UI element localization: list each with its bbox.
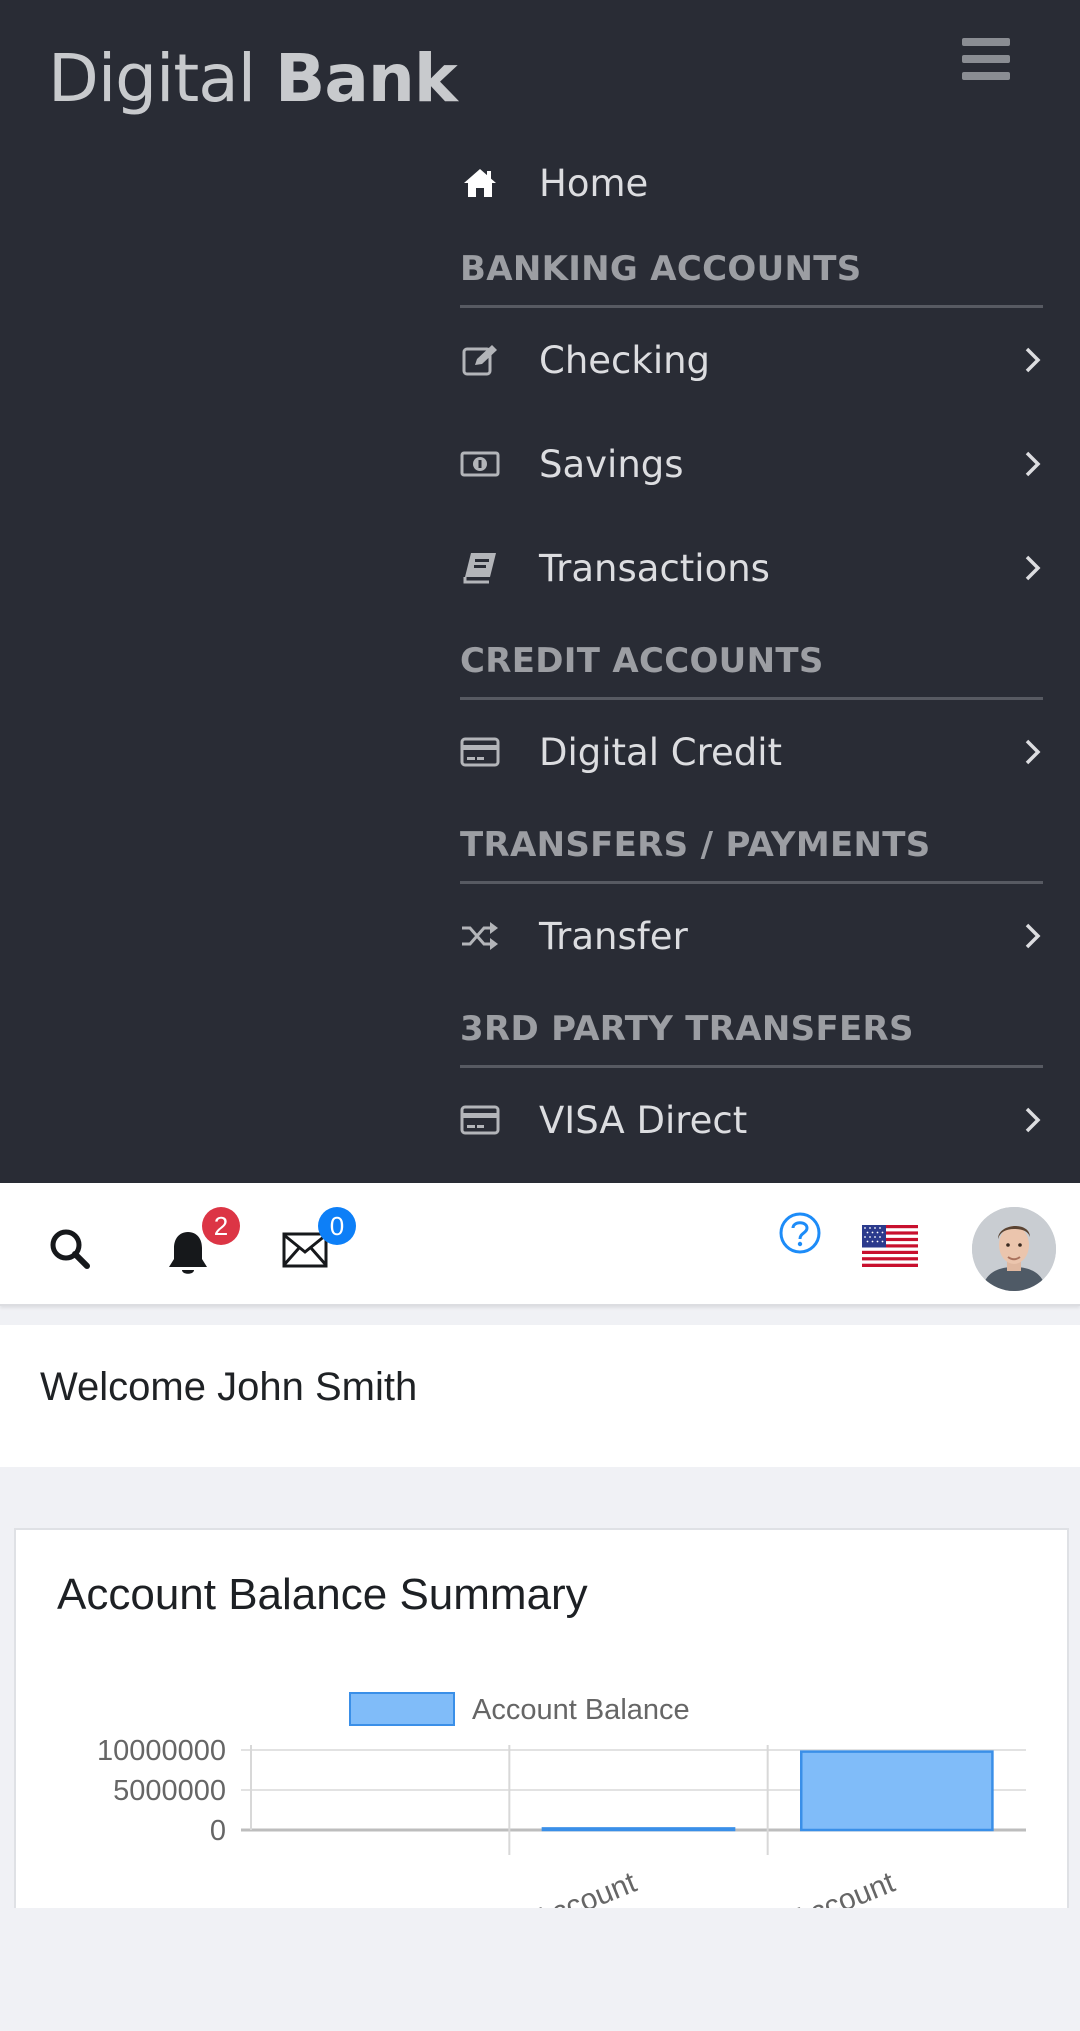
y-tick-label: 10000000 [97, 1735, 226, 1767]
credit-card-icon [460, 734, 500, 770]
search-button[interactable] [48, 1227, 92, 1271]
legend-label: Account Balance [472, 1694, 690, 1726]
hamburger-menu-icon[interactable] [962, 38, 1010, 80]
y-tick-label: 0 [210, 1815, 226, 1847]
home-icon [460, 165, 500, 201]
brand-name-light: Digital [48, 40, 256, 117]
sidebar-menu: Home BANKING ACCOUNTS Checking Savings T… [460, 138, 1043, 1172]
x-tick-label: Account [787, 1866, 900, 1908]
welcome-message: Welcome John Smith [40, 1365, 418, 1409]
section-header-3rd-party-transfers: 3RD PARTY TRANSFERS [460, 988, 1043, 1068]
sidebar-item-label: Transfer [539, 914, 688, 958]
brand-logo[interactable]: Digital Bank [48, 40, 458, 117]
help-button[interactable] [778, 1211, 822, 1255]
section-header-transfers-payments: TRANSFERS / PAYMENTS [460, 804, 1043, 884]
chevron-right-icon [1025, 923, 1041, 949]
x-tick-label: Account [528, 1866, 641, 1908]
section-title: BANKING ACCOUNTS [460, 249, 862, 289]
welcome-panel: Welcome John Smith [0, 1325, 1080, 1467]
section-title: 3RD PARTY TRANSFERS [460, 1009, 914, 1049]
bell-icon [169, 1232, 207, 1274]
sidebar-item-label: Savings [539, 442, 684, 486]
sidebar-item-label: Transactions [539, 546, 770, 590]
section-header-banking-accounts: BANKING ACCOUNTS [460, 228, 1043, 308]
bar [541, 1827, 736, 1832]
money-icon [460, 446, 500, 482]
legend-swatch [349, 1692, 455, 1726]
sidebar-item-label: Checking [539, 338, 711, 382]
sidebar-item-visa-direct[interactable]: VISA Direct [460, 1068, 1043, 1172]
chevron-right-icon [1025, 1107, 1041, 1133]
sidebar-item-label: VISA Direct [539, 1098, 748, 1142]
shuffle-icon [460, 918, 500, 954]
account-balance-chart: Account Balance 10000000 5000000 0 Account Ac… [97, 1692, 1026, 1908]
book-icon [460, 550, 500, 586]
notifications-button[interactable] [166, 1229, 210, 1279]
section-title: CREDIT ACCOUNTS [460, 641, 824, 681]
y-tick-label: 5000000 [113, 1775, 226, 1807]
user-avatar[interactable] [972, 1207, 1056, 1291]
language-selector[interactable] [862, 1225, 918, 1267]
chevron-right-icon [1025, 347, 1041, 373]
section-header-credit-accounts: CREDIT ACCOUNTS [460, 620, 1043, 700]
sidebar-item-checking[interactable]: Checking [460, 308, 1043, 412]
sidebar-item-label: Home [539, 161, 649, 205]
chevron-right-icon [1025, 555, 1041, 581]
credit-card-icon [460, 1102, 500, 1138]
sidebar-item-savings[interactable]: Savings [460, 412, 1043, 516]
chevron-right-icon [1025, 451, 1041, 477]
us-flag-icon [862, 1225, 918, 1267]
section-title: TRANSFERS / PAYMENTS [460, 825, 931, 865]
notifications-count-badge: 2 [202, 1207, 240, 1245]
sidebar-item-transactions[interactable]: Transactions [460, 516, 1043, 620]
sidebar-item-label: Digital Credit [539, 730, 783, 774]
navigation-panel: Digital Bank Home BANKING ACCOUNTS Check… [0, 0, 1080, 1183]
account-balance-card: Account Balance Summary Account Balance 1… [14, 1528, 1069, 1908]
brand-name-bold: Bank [275, 40, 458, 117]
edit-icon [460, 342, 500, 378]
user-photo [972, 1207, 1056, 1291]
help-icon [779, 1212, 821, 1254]
sidebar-item-digital-credit[interactable]: Digital Credit [460, 700, 1043, 804]
bar [800, 1750, 994, 1832]
sidebar-item-transfer[interactable]: Transfer [460, 884, 1043, 988]
sidebar-item-home[interactable]: Home [460, 138, 1043, 228]
top-toolbar: 2 0 [0, 1183, 1080, 1306]
chevron-right-icon [1025, 739, 1041, 765]
search-icon [50, 1229, 90, 1269]
messages-count-badge: 0 [318, 1207, 356, 1245]
